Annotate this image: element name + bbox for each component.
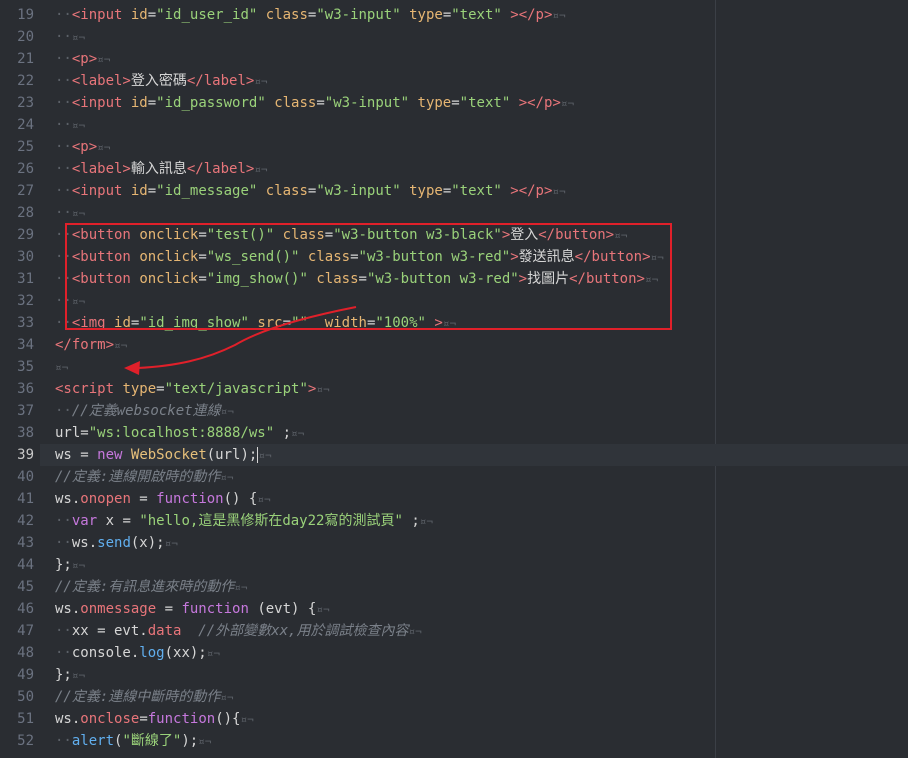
red-arrow-annotation [124, 306, 357, 375]
code-editor[interactable]: 19 ··<input id="id_user_id" class="w3-inp… [0, 0, 908, 758]
